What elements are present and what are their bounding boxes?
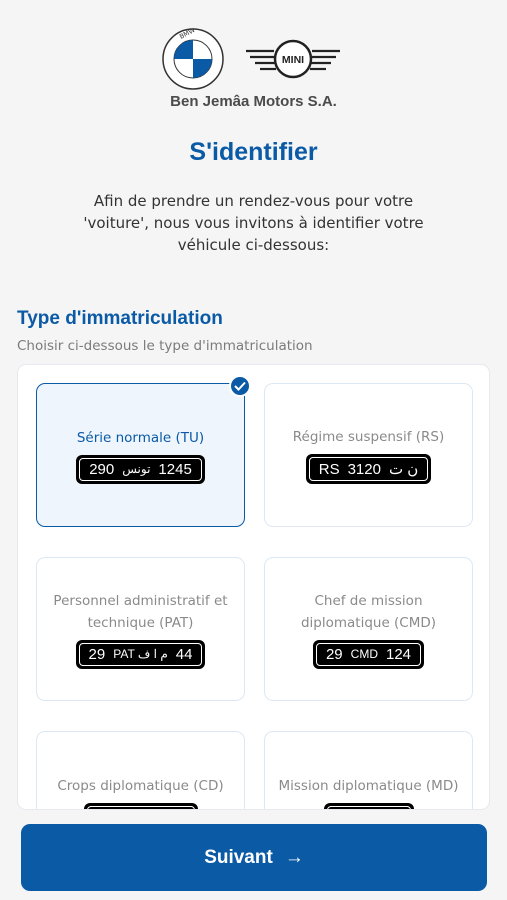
next-button-label: Suivant — [204, 846, 273, 868]
option-label: Crops diplomatique (CD) — [57, 778, 224, 794]
plate-mid: CMD — [350, 647, 378, 661]
option-md[interactable]: Mission diplomatique (MD) — [264, 731, 473, 809]
plate-image — [323, 803, 414, 809]
plate-image: 29 CMD 124 — [312, 639, 425, 669]
plate-left: RS — [318, 460, 340, 478]
arrow-right-icon: → — [284, 846, 304, 868]
option-label: Série normale (TU) — [76, 429, 205, 446]
brand-logos: BMW MINI — [0, 28, 507, 92]
option-label: Chef de mission diplomatique (CMD) — [300, 592, 437, 631]
check-icon — [229, 375, 251, 397]
option-serie-normale[interactable]: Série normale (TU) 290 تونس 1245 — [36, 383, 245, 527]
plate-right: ن ت — [388, 461, 419, 478]
next-button[interactable]: Suivant → — [21, 824, 487, 891]
mini-logo: MINI — [246, 39, 340, 79]
plate-left: 29 — [325, 645, 343, 663]
option-label: Personnel administratif et technique (PA… — [53, 592, 228, 631]
plate-image: RS 3120 ن ت — [305, 454, 432, 484]
plate-mid: 3120 — [347, 460, 381, 478]
mini-wordmark: MINI — [282, 54, 304, 66]
option-label: Régime suspensif (RS) — [292, 429, 445, 445]
plate-image: 290 تونس 1245 — [76, 454, 205, 484]
option-label: Mission diplomatique (MD) — [278, 778, 459, 794]
plate-left: 29 — [88, 645, 106, 663]
option-cmd[interactable]: Chef de mission diplomatique (CMD) 29 CM… — [264, 557, 473, 701]
plate-left: 290 — [89, 460, 115, 478]
plate-image — [83, 803, 198, 809]
plate-right: 124 — [385, 645, 412, 663]
company-name: Ben Jemâa Motors S.A. — [170, 93, 337, 110]
option-regime-suspensif[interactable]: Régime suspensif (RS) RS 3120 ن ت — [264, 383, 473, 527]
plate-type-list[interactable]: Série normale (TU) 290 تونس 1245 Régime … — [17, 364, 490, 810]
plate-image: 29 PAT م ا ف 44 — [75, 639, 206, 669]
page-title: S'identifier — [189, 138, 318, 166]
plate-right: 1245 — [158, 460, 192, 478]
section-subtitle: Choisir ci-dessous le type d'immatricula… — [17, 338, 313, 354]
section-title: Type d'immatriculation — [17, 308, 223, 329]
option-pat[interactable]: Personnel administratif et technique (PA… — [36, 557, 245, 701]
plate-mid: تونس — [122, 462, 151, 476]
intro-text: Afin de prendre un rendez-vous pour votr… — [83, 192, 424, 254]
option-cd[interactable]: Crops diplomatique (CD) — [36, 731, 245, 809]
plate-mid: PAT م ا ف — [113, 647, 168, 661]
bmw-logo: BMW — [162, 28, 224, 90]
plate-right: 44 — [175, 645, 193, 663]
